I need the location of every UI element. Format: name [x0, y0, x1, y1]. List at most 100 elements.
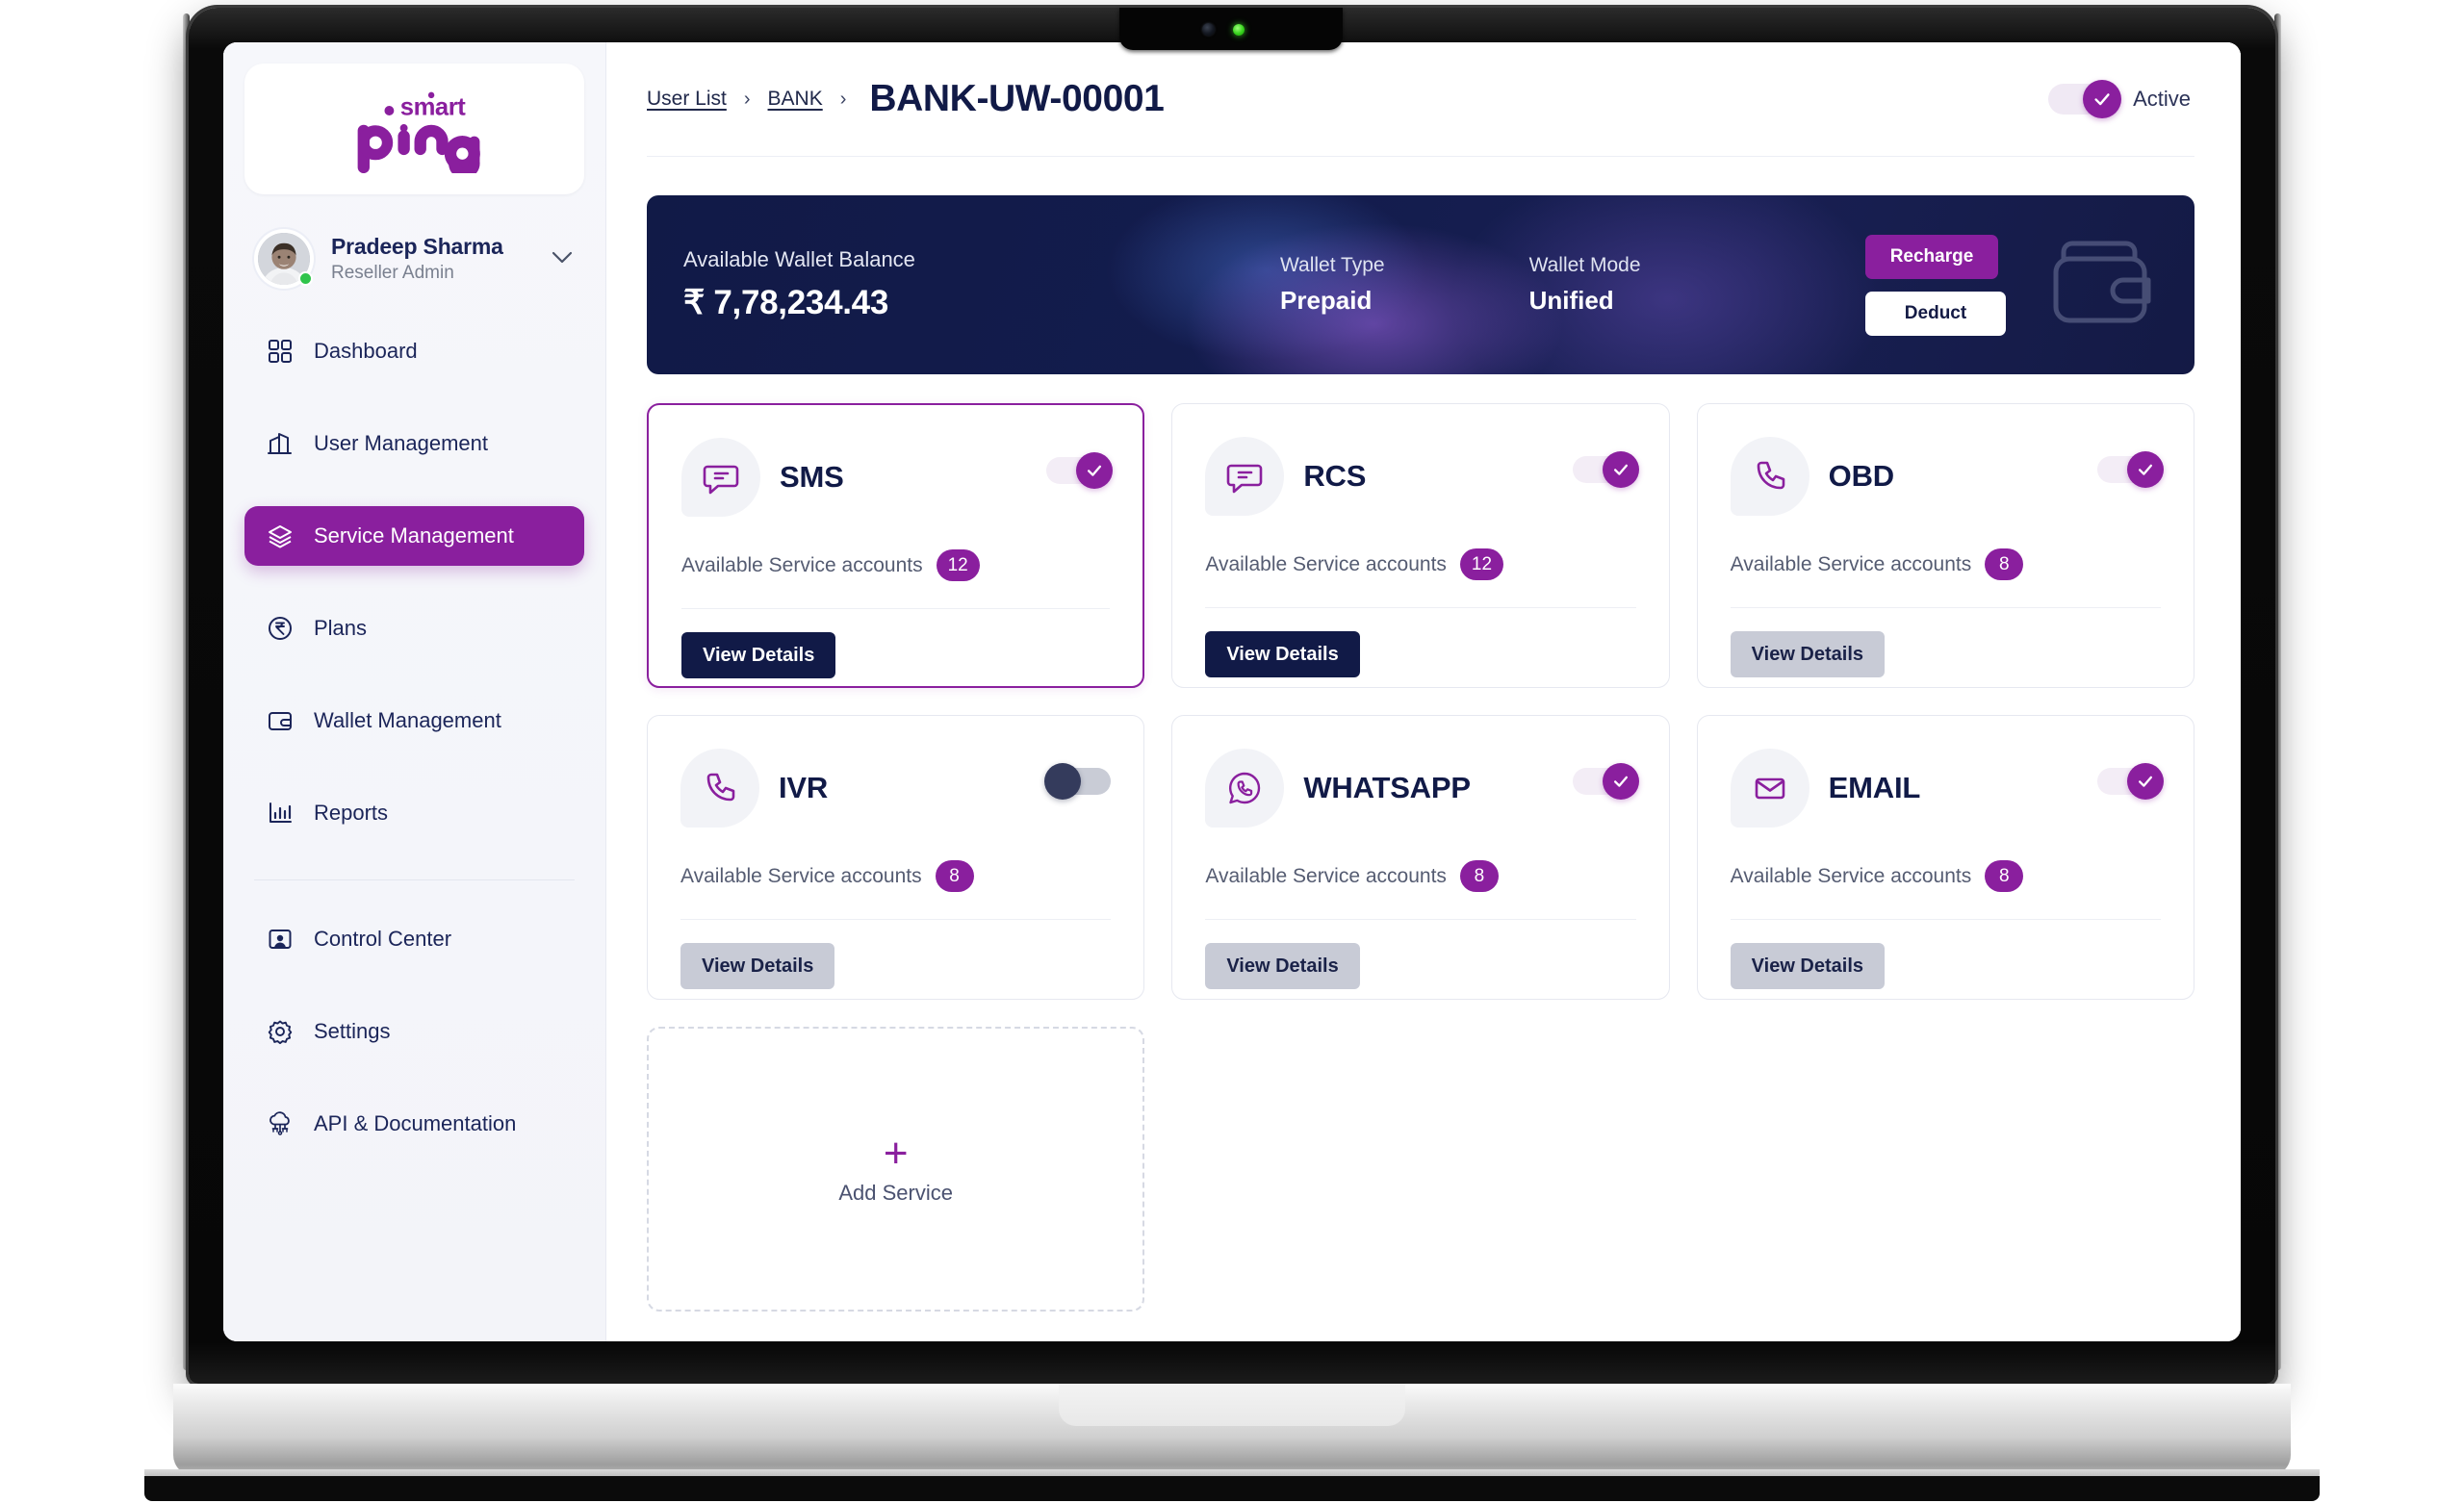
service-card-sms[interactable]: SMS Available Service accounts 12 View D… [647, 403, 1145, 688]
view-details-button[interactable]: View Details [1205, 943, 1360, 989]
sidebar-item-label: Reports [314, 801, 389, 825]
service-enable-toggle[interactable] [1044, 763, 1112, 800]
sidebar-item-label: API & Documentation [314, 1111, 517, 1135]
sidebar-item-label: Dashboard [314, 339, 418, 363]
recharge-button[interactable]: Recharge [1865, 234, 1998, 279]
sidebar-item-plans[interactable]: Plans [244, 599, 584, 658]
sidebar-item-label: Wallet Management [314, 708, 501, 732]
deduct-button[interactable]: Deduct [1865, 291, 2006, 336]
main-content: User List › BANK › BANK-UW-00001 Active … [606, 42, 2241, 1341]
sidebar-item-control-center[interactable]: Control Center [244, 909, 584, 969]
toggle-knob [1602, 763, 1639, 800]
accounts-row: Available Service accounts 8 [680, 860, 1111, 892]
service-name: SMS [780, 460, 844, 494]
wallet-type-block: Wallet Type Prepaid [1280, 254, 1385, 316]
chat-bubble-icon [1205, 437, 1285, 516]
sidebar-item-label: Service Management [314, 523, 514, 548]
sidebar-item-dashboard[interactable]: Dashboard [244, 321, 584, 381]
sidebar: smart Pradeep Sharma Reseller Admin Dash… [223, 42, 606, 1341]
online-status-dot [298, 271, 313, 286]
envelope-icon [1730, 749, 1810, 828]
breadcrumb: User List › BANK › BANK-UW-00001 [647, 78, 1165, 120]
sidebar-item-settings[interactable]: Settings [244, 1002, 584, 1061]
card-header: WHATSAPP [1205, 749, 1635, 828]
rupee-circle-icon [266, 614, 295, 643]
laptop-base-shadow [144, 1476, 2320, 1501]
accounts-label: Available Service accounts [1730, 864, 1972, 887]
service-enable-toggle[interactable] [2096, 451, 2164, 488]
sidebar-item-wallet-management[interactable]: Wallet Management [244, 691, 584, 751]
gear-icon [266, 1017, 295, 1046]
service-enable-toggle[interactable] [1046, 452, 1114, 489]
chevron-down-icon[interactable] [552, 248, 577, 269]
phone-icon [1730, 437, 1810, 516]
card-divider [1205, 919, 1636, 920]
bar-chart-icon [266, 799, 295, 828]
breadcrumb-bank[interactable]: BANK [768, 88, 823, 111]
card-divider [1730, 919, 2161, 920]
add-service-card[interactable]: + Add Service [647, 1027, 1145, 1312]
service-enable-toggle[interactable] [2096, 763, 2164, 800]
active-status-label: Active [2133, 87, 2191, 111]
brand-logo-card[interactable]: smart [244, 64, 584, 194]
laptop-right-edge [2274, 13, 2281, 1370]
view-details-button[interactable]: View Details [1205, 631, 1360, 677]
screen: smart Pradeep Sharma Reseller Admin Dash… [223, 42, 2241, 1341]
wallet-outline-icon [2048, 238, 2152, 333]
sidebar-item-service-management[interactable]: Service Management [244, 506, 584, 566]
sidebar-item-reports[interactable]: Reports [244, 783, 584, 843]
laptop-base-notch [1059, 1384, 1405, 1426]
wallet-meta-block: Wallet Type Prepaid Wallet Mode Unified [1280, 254, 1865, 316]
whatsapp-icon [1205, 749, 1285, 828]
accounts-count-badge: 8 [1985, 548, 2024, 580]
service-card-ivr[interactable]: IVR Available Service accounts 8 View De… [647, 715, 1145, 1000]
svg-text:smart: smart [399, 94, 465, 121]
grid-icon [266, 337, 295, 366]
accounts-count-badge: 8 [1459, 860, 1499, 892]
accounts-label: Available Service accounts [1205, 552, 1447, 575]
accounts-row: Available Service accounts 8 [1731, 548, 2161, 580]
service-card-rcs[interactable]: RCS Available Service accounts 12 View D… [1171, 403, 1670, 688]
sidebar-item-label: User Management [314, 431, 488, 455]
view-details-button[interactable]: View Details [681, 632, 836, 678]
accounts-row: Available Service accounts 8 [1205, 860, 1635, 892]
card-header: EMAIL [1730, 749, 2161, 828]
service-name: EMAIL [1828, 771, 1921, 804]
service-card-email[interactable]: EMAIL Available Service accounts 8 View … [1696, 715, 2194, 1000]
cloud-chip-icon [266, 1109, 295, 1138]
view-details-button[interactable]: View Details [1730, 631, 1886, 677]
service-card-obd[interactable]: OBD Available Service accounts 8 View De… [1696, 403, 2194, 688]
sidebar-item-label: Control Center [314, 927, 452, 951]
service-name: OBD [1828, 459, 1894, 493]
profile-text: Pradeep Sharma Reseller Admin [331, 234, 534, 284]
service-enable-toggle[interactable] [1572, 451, 1639, 488]
service-card-whatsapp[interactable]: WHATSAPP Available Service accounts 8 Vi… [1171, 715, 1670, 1000]
card-divider [681, 608, 1111, 609]
wallet-summary-banner: Available Wallet Balance ₹ 7,78,234.43 W… [647, 195, 2194, 374]
service-enable-toggle[interactable] [1572, 763, 1639, 800]
accounts-label: Available Service accounts [681, 553, 923, 576]
sidebar-item-label: Settings [314, 1019, 391, 1043]
toggle-knob [1044, 763, 1082, 800]
breadcrumb-separator: › [743, 88, 751, 110]
webcam-notch [1119, 8, 1343, 50]
sidebar-item-user-management[interactable]: User Management [244, 414, 584, 473]
wallet-actions: Recharge Deduct [1865, 234, 2006, 336]
user-profile[interactable]: Pradeep Sharma Reseller Admin [244, 194, 584, 314]
page-title: BANK-UW-00001 [869, 78, 1165, 119]
avatar [254, 229, 314, 289]
active-status-toggle[interactable] [2048, 80, 2122, 118]
service-name: RCS [1303, 459, 1367, 493]
profile-name: Pradeep Sharma [331, 234, 503, 259]
view-details-button[interactable]: View Details [680, 943, 835, 989]
accounts-row: Available Service accounts 12 [1205, 548, 1635, 580]
wallet-balance-value: ₹ 7,78,234.43 [683, 284, 888, 321]
smartping-logo: smart [323, 85, 506, 179]
breadcrumb-user-list[interactable]: User List [647, 88, 727, 111]
breadcrumb-separator: › [839, 88, 847, 110]
service-name: IVR [779, 771, 829, 804]
service-cards-grid: SMS Available Service accounts 12 View D… [647, 403, 2194, 1312]
view-details-button[interactable]: View Details [1730, 943, 1886, 989]
sidebar-item-api-documentation[interactable]: API & Documentation [244, 1094, 584, 1154]
sidebar-item-label: Plans [314, 616, 368, 640]
